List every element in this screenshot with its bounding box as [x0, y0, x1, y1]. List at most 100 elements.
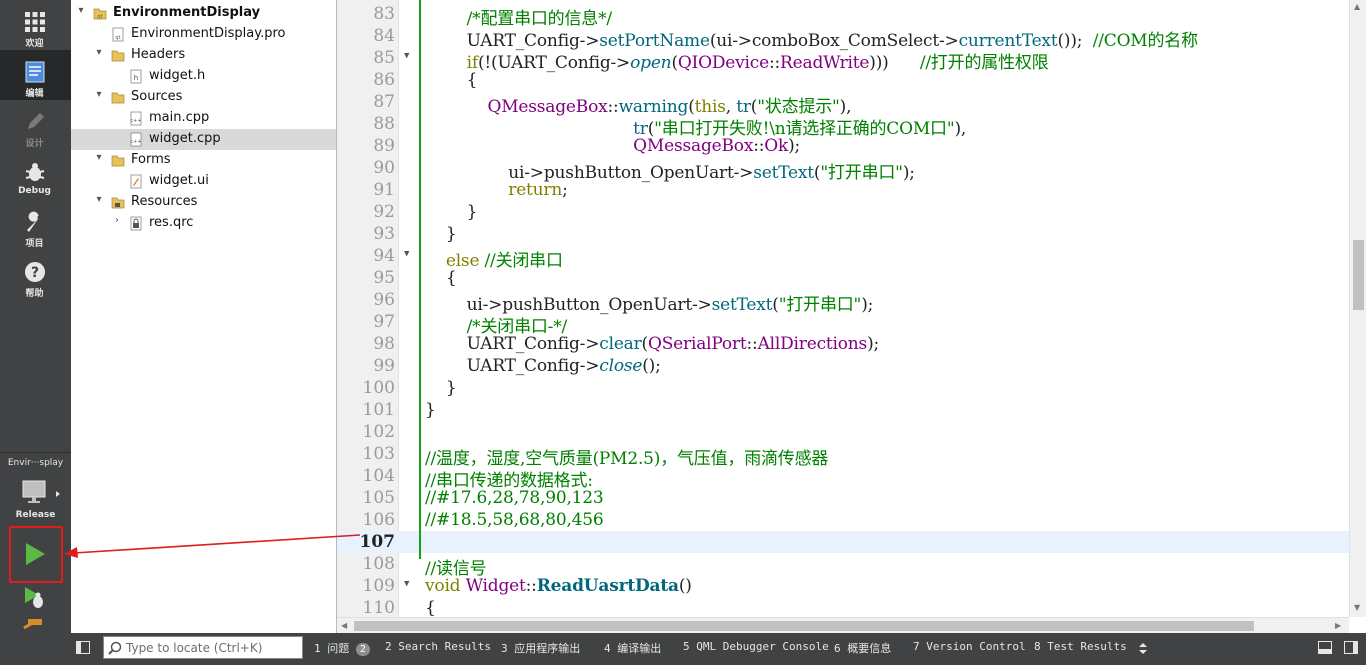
vertical-scroll-thumb[interactable] [1353, 240, 1364, 310]
mode-help[interactable]: ? 帮助 [0, 250, 71, 300]
svg-text:?: ? [31, 265, 39, 281]
code-line[interactable]: 85 ▼ if(!(UART_Config->open(QIODevice::R… [337, 47, 1349, 73]
build-configuration: Release [15, 510, 56, 520]
code-line[interactable]: 96 ui->pushButton_OpenUart->setText("打开串… [337, 289, 1349, 315]
mode-debug[interactable]: Debug [0, 150, 71, 200]
scroll-down-icon[interactable]: ▼ [1354, 603, 1360, 612]
scroll-left-icon[interactable]: ◀ [341, 621, 347, 630]
collapse-arrow-icon[interactable]: ▾ [93, 47, 105, 61]
mode-edit[interactable]: 编辑 [0, 50, 71, 100]
target-project-name[interactable]: Envir···splay [0, 458, 71, 468]
line-number: 101 [362, 400, 395, 420]
code-line[interactable]: 84 UART_Config->setPortName(ui->comboBox… [337, 25, 1349, 51]
code-line[interactable]: 98 UART_Config->clear(QSerialPort::AllDi… [337, 333, 1349, 355]
collapse-arrow-icon[interactable]: ▾ [75, 5, 87, 19]
code-editor[interactable]: 83 /*配置串口的信息*/ 84 UART_Config->setPortNa… [337, 0, 1366, 617]
code-line[interactable]: 87 QMessageBox::warning(this, tr("状态提示")… [337, 91, 1349, 117]
code-line[interactable]: 105 //#17.6,28,78,90,123 [337, 487, 1349, 509]
folder-lock-icon [111, 197, 125, 209]
monitor-icon[interactable] [21, 479, 49, 505]
fold-marker-icon[interactable]: ▼ [404, 51, 409, 61]
tree-item-widget-h[interactable]: h widget.h [71, 66, 336, 87]
tree-item-project[interactable]: ▾ qt EnvironmentDisplay [71, 3, 336, 24]
vertical-scrollbar[interactable]: ▲ ▼ [1349, 0, 1366, 617]
cpp-file-icon: c++ [130, 111, 142, 126]
code-line[interactable]: 83 /*配置串口的信息*/ [337, 3, 1349, 29]
annotation-arrow-icon [64, 534, 361, 558]
tree-item-widget-ui[interactable]: widget.ui [71, 171, 336, 192]
code-text: } [425, 400, 436, 420]
horizontal-scroll-thumb[interactable] [354, 621, 1254, 631]
tree-item-forms[interactable]: ▾ Forms [71, 150, 336, 171]
code-line[interactable]: 99 UART_Config->close(); [337, 355, 1349, 377]
svg-text:c++: c++ [130, 118, 141, 124]
code-line[interactable]: 89 QMessageBox::Ok); [337, 135, 1349, 157]
line-number: 90 [373, 158, 395, 178]
tab-search-results[interactable]: 2 Search Results [385, 640, 491, 653]
tree-item-resources[interactable]: ▾ Resources [71, 192, 336, 213]
locator-input[interactable] [126, 639, 298, 656]
qrc-file-icon [130, 216, 142, 231]
code-line[interactable]: 110 { [337, 597, 1349, 617]
collapse-arrow-icon[interactable]: ▾ [93, 194, 105, 208]
fold-marker-icon[interactable]: ▼ [404, 249, 409, 259]
fold-marker-icon[interactable]: ▼ [404, 579, 409, 589]
tab-qml-debugger-console[interactable]: 5 QML Debugger Console [683, 640, 829, 653]
code-line[interactable]: 95 { [337, 267, 1349, 289]
tree-item-widget-cpp[interactable]: c++ widget.cpp [71, 129, 336, 150]
code-line[interactable]: 108 //读信号 [337, 553, 1349, 579]
code-line[interactable]: 109 ▼ void Widget::ReadUasrtData() [337, 575, 1349, 597]
horizontal-scrollbar[interactable]: ◀ ▶ [337, 617, 1349, 633]
tree-item-res-qrc[interactable]: › res.qrc [71, 213, 336, 234]
code-line[interactable]: 91 return; [337, 179, 1349, 201]
tree-item-label: Sources [131, 89, 183, 104]
tab-application-output[interactable]: 3 应用程序输出 [501, 640, 580, 656]
code-line[interactable]: 97 /*关闭串口-*/ [337, 311, 1349, 337]
collapse-arrow-icon[interactable]: ▾ [93, 89, 105, 103]
tree-item-main-cpp[interactable]: c++ main.cpp [71, 108, 336, 129]
locator[interactable] [103, 636, 303, 659]
mode-design[interactable]: 设计 [0, 100, 71, 150]
current-code-line[interactable]: 107 [337, 531, 1349, 553]
collapse-arrow-icon[interactable]: ▾ [93, 152, 105, 166]
code-line[interactable]: 106 //#18.5,58,68,80,456 [337, 509, 1349, 531]
code-text: UART_Config->close(); [466, 356, 661, 376]
code-line[interactable]: 104 //串口传递的数据格式: [337, 465, 1349, 491]
tab-test-results[interactable]: 8 Test Results [1034, 640, 1127, 653]
line-number: 98 [373, 334, 395, 354]
line-number: 96 [373, 290, 395, 310]
code-line[interactable]: 88 tr("串口打开失败!\n请选择正确的COM口"), [337, 113, 1349, 139]
tab-general-messages[interactable]: 6 概要信息 [834, 640, 891, 656]
code-line[interactable]: 102 [337, 421, 1349, 443]
expand-arrow-icon[interactable]: › [111, 215, 123, 229]
scroll-right-icon[interactable]: ▶ [1335, 621, 1341, 630]
code-line[interactable]: 93 } [337, 223, 1349, 245]
code-line[interactable]: 92 } [337, 201, 1349, 223]
toggle-sidebar-icon[interactable] [76, 641, 90, 654]
mode-projects-label: 项目 [25, 239, 44, 249]
mode-welcome[interactable]: 欢迎 [0, 0, 71, 50]
build-hammer-icon[interactable] [22, 619, 46, 633]
code-line[interactable]: 90 ui->pushButton_OpenUart->setText("打开串… [337, 157, 1349, 183]
document-edit-icon [25, 61, 45, 83]
toggle-output-pane-icon[interactable] [1318, 641, 1332, 654]
tree-item-headers[interactable]: ▾ Headers [71, 45, 336, 66]
code-line[interactable]: 103 //温度，湿度,空气质量(PM2.5)，气压值，雨滴传感器 [337, 443, 1349, 469]
tab-version-control[interactable]: 7 Version Control [913, 640, 1026, 653]
qt-creator-window: 欢迎 编辑 设计 Debug 项目 ? 帮助 Envir···splay Rel… [0, 0, 1366, 665]
line-number: 89 [373, 136, 395, 156]
code-line[interactable]: 94 ▼ else //关闭串口 [337, 245, 1349, 271]
code-line[interactable]: 86 { [337, 69, 1349, 91]
more-tabs-icon[interactable] [1138, 642, 1148, 655]
toggle-right-sidebar-icon[interactable] [1344, 641, 1358, 654]
code-line[interactable]: 100 } [337, 377, 1349, 399]
tab-compile-output[interactable]: 4 编译输出 [604, 640, 661, 656]
tree-item-sources[interactable]: ▾ Sources [71, 87, 336, 108]
code-line[interactable]: 101 } [337, 399, 1349, 421]
mode-projects[interactable]: 项目 [0, 200, 71, 250]
tree-item-pro-file[interactable]: qt EnvironmentDisplay.pro [71, 24, 336, 45]
line-number: 87 [373, 92, 395, 112]
tab-issues[interactable]: 1 问题 2 [314, 640, 370, 656]
scroll-up-icon[interactable]: ▲ [1354, 2, 1360, 11]
debug-run-icon[interactable] [22, 586, 48, 610]
